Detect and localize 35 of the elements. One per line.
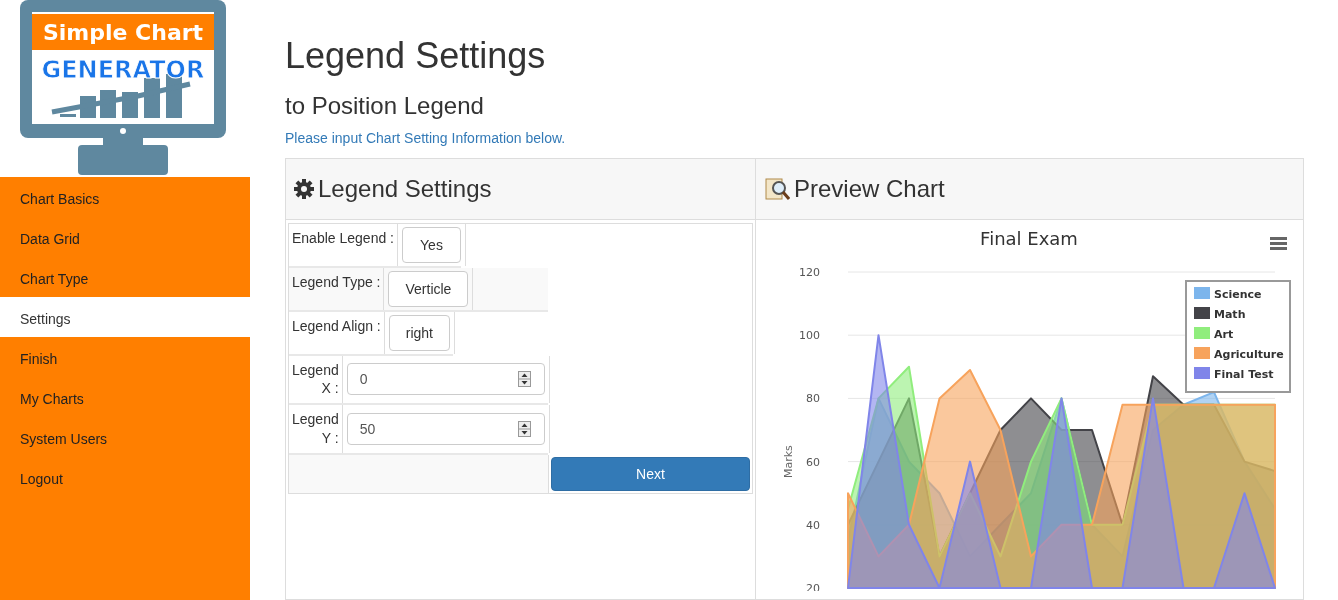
spinner-icon	[517, 421, 531, 438]
number-field[interactable]: 50	[346, 413, 545, 446]
next-button[interactable]: Next	[551, 457, 750, 492]
axis-tick-label: 100	[799, 328, 820, 342]
field-label: Legend Y :	[289, 405, 343, 454]
select-field[interactable]: right	[388, 314, 450, 351]
legend-label[interactable]: Science	[1214, 287, 1262, 301]
legend-label[interactable]: Final Test	[1214, 367, 1274, 381]
magnifier-document-icon	[764, 176, 790, 201]
settings-icon	[294, 178, 314, 199]
menu-icon[interactable]	[1270, 236, 1287, 250]
select-field[interactable]: Yes	[402, 226, 461, 263]
logo-drawing: Simple Chart GENERATOR	[18, 0, 228, 177]
panel-title: Preview Chart	[794, 174, 945, 203]
instruction-text: Please input Chart Setting Information below.	[285, 129, 567, 146]
page-subtitle: to Position Legend	[285, 91, 485, 120]
field-label: Legend Align :	[289, 311, 385, 354]
field-label: Enable Legend :	[289, 223, 398, 266]
select-field[interactable]: Verticle	[388, 270, 469, 307]
axis-title: Marks	[782, 444, 795, 478]
spinner-icon	[517, 371, 531, 388]
chart-title: Final Exam	[980, 227, 1078, 249]
legend-label[interactable]: Agriculture	[1214, 347, 1284, 361]
legend-label[interactable]: Math	[1214, 307, 1246, 321]
axis-tick-label: 40	[806, 518, 820, 532]
page-title: Legend Settings	[285, 36, 547, 76]
axis-tick-label: 120	[799, 265, 820, 279]
number-field[interactable]: 0	[346, 363, 545, 396]
field-label: Legend X :	[289, 355, 343, 404]
axis-tick-label: 80	[806, 392, 820, 405]
sidebar-item[interactable]: Settings	[0, 297, 250, 337]
legend-label[interactable]: Art	[1214, 327, 1234, 341]
axis-tick-label: 60	[806, 455, 820, 469]
field-label: Legend Type :	[289, 267, 385, 310]
panel-title: Legend Settings	[318, 174, 492, 203]
